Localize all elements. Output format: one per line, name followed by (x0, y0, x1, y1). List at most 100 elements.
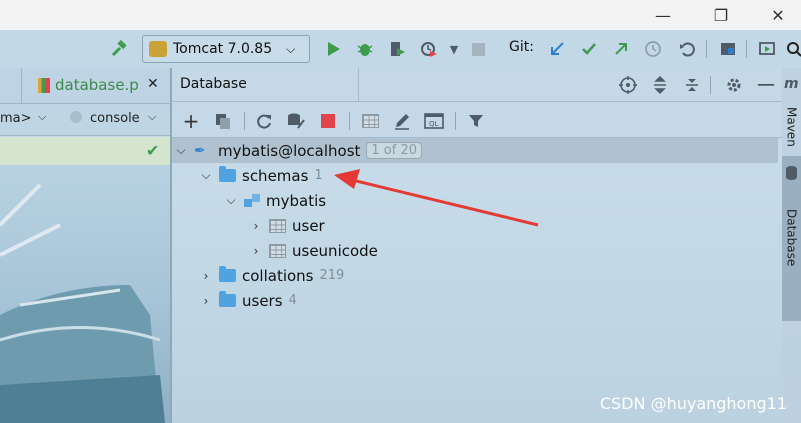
schema-count-badge[interactable]: 1 of 20 (366, 142, 423, 159)
git-label: Git: (509, 39, 534, 55)
chevron-down-icon: ⌵ (148, 110, 157, 123)
table-label: useunicode (292, 241, 378, 260)
tree-item-table-user[interactable]: › user (249, 213, 325, 238)
stop-icon[interactable] (467, 38, 489, 60)
chevron-right-icon[interactable]: › (199, 294, 213, 308)
tree-item-schema-mybatis[interactable]: ⌵ mybatis (224, 188, 326, 213)
title-bar: — ❐ ✕ (0, 0, 801, 30)
folder-icon (219, 291, 236, 307)
header-divider (358, 68, 359, 102)
git-update-icon[interactable] (546, 38, 568, 60)
folder-icon (219, 266, 236, 282)
datasource-label: mybatis@localhost (218, 141, 361, 160)
database-panel-title: Database (180, 76, 247, 92)
main-toolbar: Tomcat 7.0.85 ⌵ ▼ Git: (0, 30, 801, 68)
svg-text:QL: QL (429, 120, 439, 128)
editor-tabs: database.p ✕ (0, 68, 170, 104)
tree-item-schemas[interactable]: ⌵ schemas 1 (199, 163, 323, 188)
previous-tab-stub[interactable] (0, 68, 22, 104)
toolbar-separator (706, 40, 707, 58)
tree-item-users[interactable]: › users 4 (199, 288, 297, 313)
table-icon (269, 218, 286, 233)
header-separator (710, 76, 711, 94)
database-tab-label-wrap: Database (782, 188, 801, 288)
minimize-button[interactable]: — (640, 0, 686, 30)
tree-item-collations[interactable]: › collations 219 (199, 263, 344, 288)
chevron-down-icon: ⌵ (38, 110, 47, 123)
hide-panel-icon[interactable]: — (755, 74, 777, 96)
database-toolbar: + QL (172, 102, 782, 138)
add-icon[interactable]: + (180, 110, 202, 132)
gear-icon[interactable] (723, 74, 745, 96)
console-icon (70, 111, 82, 123)
rollback-icon[interactable] (676, 38, 698, 60)
disconnect-stop-icon[interactable] (317, 110, 339, 132)
run-config-label: Tomcat 7.0.85 (173, 41, 273, 57)
chevron-right-icon[interactable]: › (249, 244, 263, 258)
toolbar-separator (349, 112, 350, 130)
users-label: users (242, 291, 283, 310)
close-button[interactable]: ✕ (755, 0, 801, 30)
chevron-down-icon[interactable]: ⌵ (174, 143, 188, 158)
history-icon[interactable] (642, 38, 664, 60)
debug-icon[interactable] (354, 38, 376, 60)
tree-item-datasource[interactable]: ⌵ ✒ mybatis@localhost 1 of 20 (172, 138, 778, 163)
run-with-coverage-icon[interactable] (386, 38, 408, 60)
toolbar-separator (244, 112, 245, 130)
tomcat-icon (149, 41, 167, 57)
run-icon[interactable] (323, 38, 345, 60)
filter-icon[interactable] (465, 110, 487, 132)
schema-selector[interactable]: ma> (0, 111, 32, 126)
properties-file-icon (38, 77, 50, 93)
editor-current-line[interactable]: ✔ (0, 137, 170, 165)
collapse-all-icon[interactable] (681, 74, 703, 96)
chevron-down-icon: ⌵ (286, 41, 296, 56)
duplicate-icon[interactable] (212, 110, 234, 132)
collations-label: collations (242, 266, 314, 285)
schema-label: mybatis (266, 191, 327, 210)
build-hammer-icon[interactable] (108, 38, 130, 60)
mysql-dolphin-icon: ✒ (194, 142, 206, 159)
maven-tab-label: Maven (784, 107, 799, 147)
tab-maven[interactable]: Maven (782, 98, 801, 156)
toolbar-separator (746, 40, 747, 58)
maven-m-icon: m (784, 76, 799, 92)
checkmark-icon: ✔ (146, 141, 160, 160)
presentation-icon[interactable] (756, 38, 778, 60)
database-tab-label: Database (784, 209, 799, 267)
query-console-icon[interactable]: QL (423, 110, 445, 132)
chevron-right-icon[interactable]: › (249, 219, 263, 233)
tab-close-icon[interactable]: ✕ (147, 76, 159, 92)
watermark: CSDN @huyanghong11 (599, 394, 787, 413)
chevron-right-icon[interactable]: › (199, 269, 213, 283)
git-push-icon[interactable] (610, 38, 632, 60)
tree-item-table-useunicode[interactable]: › useunicode (249, 238, 378, 263)
data-source-properties-icon[interactable] (285, 110, 307, 132)
background-artwork (0, 165, 170, 423)
expand-all-icon[interactable] (649, 74, 671, 96)
project-structure-icon[interactable] (717, 38, 739, 60)
tab-database-active[interactable]: Database (782, 156, 801, 321)
chevron-down-icon[interactable]: ⌵ (224, 193, 238, 208)
more-run-options-icon[interactable]: ▼ (443, 38, 465, 60)
users-count: 4 (288, 293, 297, 308)
chevron-down-icon[interactable]: ⌵ (199, 168, 213, 183)
right-tool-strip: m Maven Database (782, 68, 801, 423)
database-panel-header: Database — (172, 68, 782, 102)
toolbar-separator (455, 112, 456, 130)
edit-pencil-icon[interactable] (391, 110, 413, 132)
tab-database-properties[interactable]: database.p (38, 76, 139, 94)
git-commit-icon[interactable] (578, 38, 600, 60)
annotation-arrow (334, 169, 539, 227)
schema-icon (244, 193, 260, 208)
run-configuration-selector[interactable]: Tomcat 7.0.85 ⌵ (142, 35, 310, 63)
console-selector[interactable]: console (90, 111, 140, 126)
search-icon[interactable] (783, 38, 801, 60)
maximize-button[interactable]: ❐ (698, 0, 744, 30)
tab-label: database.p (55, 76, 139, 94)
locate-icon[interactable] (617, 74, 639, 96)
profiler-icon[interactable] (418, 38, 440, 60)
table-view-icon[interactable] (359, 110, 381, 132)
table-icon (269, 243, 286, 258)
refresh-icon[interactable] (253, 110, 275, 132)
